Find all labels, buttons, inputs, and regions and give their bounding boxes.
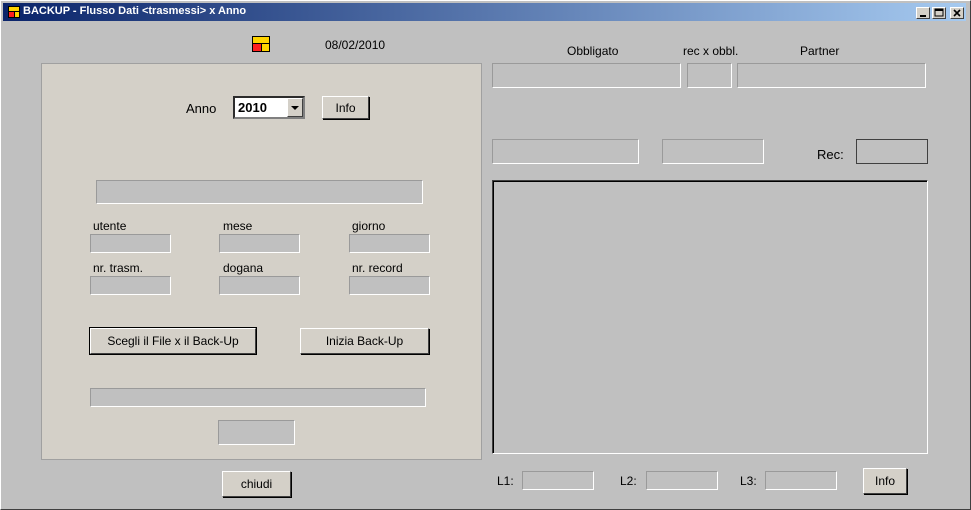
rec-label: Rec: xyxy=(817,147,844,162)
obbligato-field xyxy=(492,63,681,88)
choose-file-button[interactable]: Scegli il File x il Back-Up xyxy=(89,327,257,355)
records-info-button[interactable]: Info xyxy=(863,468,907,494)
app-icon xyxy=(8,6,20,18)
title-bar[interactable]: BACKUP - Flusso Dati <trasmessi> x Anno xyxy=(3,3,966,21)
mese-label: mese xyxy=(223,219,253,233)
l3-field xyxy=(765,471,837,490)
minimize-icon xyxy=(920,15,926,17)
anno-select[interactable]: 2010 xyxy=(233,96,305,119)
rec-field xyxy=(856,139,928,164)
anno-value: 2010 xyxy=(238,100,267,115)
header-date: 08/02/2010 xyxy=(325,38,386,52)
minimize-button[interactable] xyxy=(916,7,930,19)
rec-obbl-field xyxy=(687,63,732,88)
anno-info-button[interactable]: Info xyxy=(322,96,369,119)
obbligato-header: Obbligato xyxy=(567,44,619,58)
chevron-down-icon xyxy=(291,106,299,110)
dogana-label: dogana xyxy=(223,261,264,275)
logo-icon xyxy=(252,36,270,52)
close-window-button[interactable]: chiudi xyxy=(222,471,291,497)
mese-field xyxy=(219,234,300,253)
info-field-1 xyxy=(492,139,639,164)
close-button[interactable] xyxy=(950,7,964,19)
utente-field xyxy=(90,234,171,253)
maximize-button[interactable] xyxy=(932,7,946,19)
counter-field xyxy=(218,420,295,445)
backup-window: BACKUP - Flusso Dati <trasmessi> x Anno … xyxy=(0,0,971,510)
start-backup-button[interactable]: Inizia Back-Up xyxy=(300,328,429,354)
l1-label: L1: xyxy=(497,474,514,488)
partner-header: Partner xyxy=(800,44,840,58)
nr-record-field xyxy=(349,276,430,295)
window-title: BACKUP - Flusso Dati <trasmessi> x Anno xyxy=(23,5,247,17)
l1-field xyxy=(522,471,594,490)
file-path-field xyxy=(96,180,423,204)
dropdown-button[interactable] xyxy=(287,98,303,117)
dogana-field xyxy=(219,276,300,295)
giorno-label: giorno xyxy=(352,219,386,233)
nr-trasm-field xyxy=(90,276,171,295)
records-list[interactable] xyxy=(492,180,928,454)
partner-field xyxy=(737,63,926,88)
anno-label: Anno xyxy=(186,101,217,116)
l2-label: L2: xyxy=(620,474,637,488)
nr-record-label: nr. record xyxy=(352,261,403,275)
nr-trasm-label: nr. trasm. xyxy=(93,261,144,275)
close-icon xyxy=(953,9,961,17)
giorno-field xyxy=(349,234,430,253)
progress-field xyxy=(90,388,426,407)
utente-label: utente xyxy=(93,219,127,233)
maximize-icon xyxy=(934,8,944,17)
l2-field xyxy=(646,471,718,490)
rec-obbl-header: rec x obbl. xyxy=(683,44,739,58)
info-field-2 xyxy=(662,139,764,164)
l3-label: L3: xyxy=(740,474,757,488)
